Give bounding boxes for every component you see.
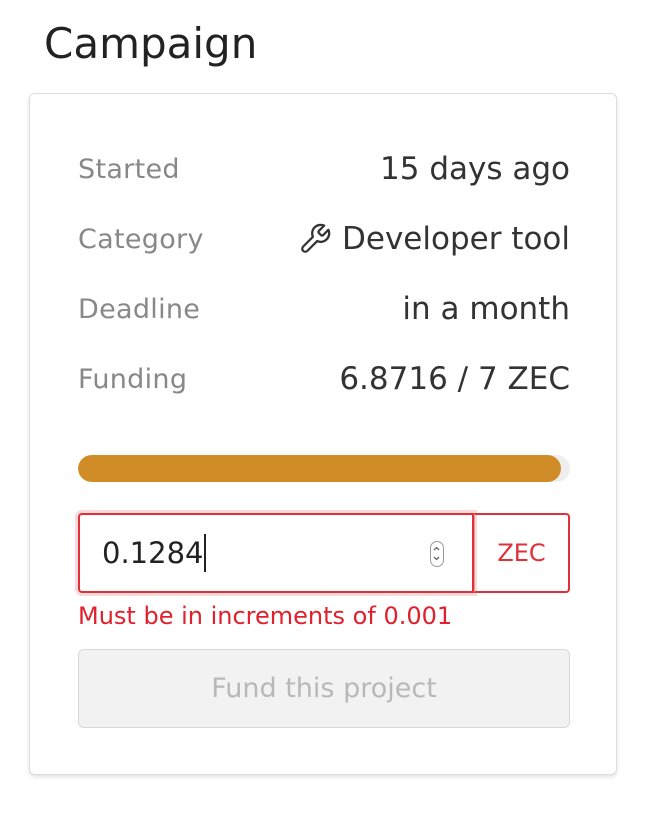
detail-label: Funding [78, 363, 188, 395]
wrench-icon [298, 222, 332, 256]
detail-value: in a month [402, 291, 570, 327]
detail-row-deadline: Deadline in a month [78, 289, 570, 329]
detail-value: 6.8716 / 7 ZEC [339, 361, 570, 397]
detail-row-category: Category Developer tool [78, 219, 570, 259]
detail-label: Deadline [78, 293, 201, 325]
contribution-input-group: 0.1284 ZEC [78, 513, 570, 593]
funding-progress-fill [78, 455, 561, 482]
amount-input-value: 0.1284 [102, 536, 204, 570]
detail-row-funding: Funding 6.8716 / 7 ZEC [78, 359, 570, 399]
page: Campaign Started 15 days ago Category De… [0, 0, 652, 814]
detail-value: 15 days ago [380, 151, 570, 187]
fund-project-button[interactable]: Fund this project [78, 649, 570, 728]
detail-row-started: Started 15 days ago [78, 149, 570, 189]
number-stepper-icon[interactable] [430, 541, 444, 567]
category-value: Developer tool [298, 221, 570, 257]
validation-error-message: Must be in increments of 0.001 [78, 602, 453, 630]
text-caret [204, 534, 207, 572]
funding-progress-bar [78, 455, 570, 482]
page-title: Campaign [44, 19, 258, 68]
detail-value: Developer tool [342, 221, 570, 257]
amount-input[interactable]: 0.1284 [78, 513, 474, 593]
detail-label: Category [78, 223, 204, 255]
detail-label: Started [78, 153, 180, 185]
campaign-card: Started 15 days ago Category Developer t… [29, 93, 617, 775]
currency-unit-addon: ZEC [474, 513, 570, 593]
